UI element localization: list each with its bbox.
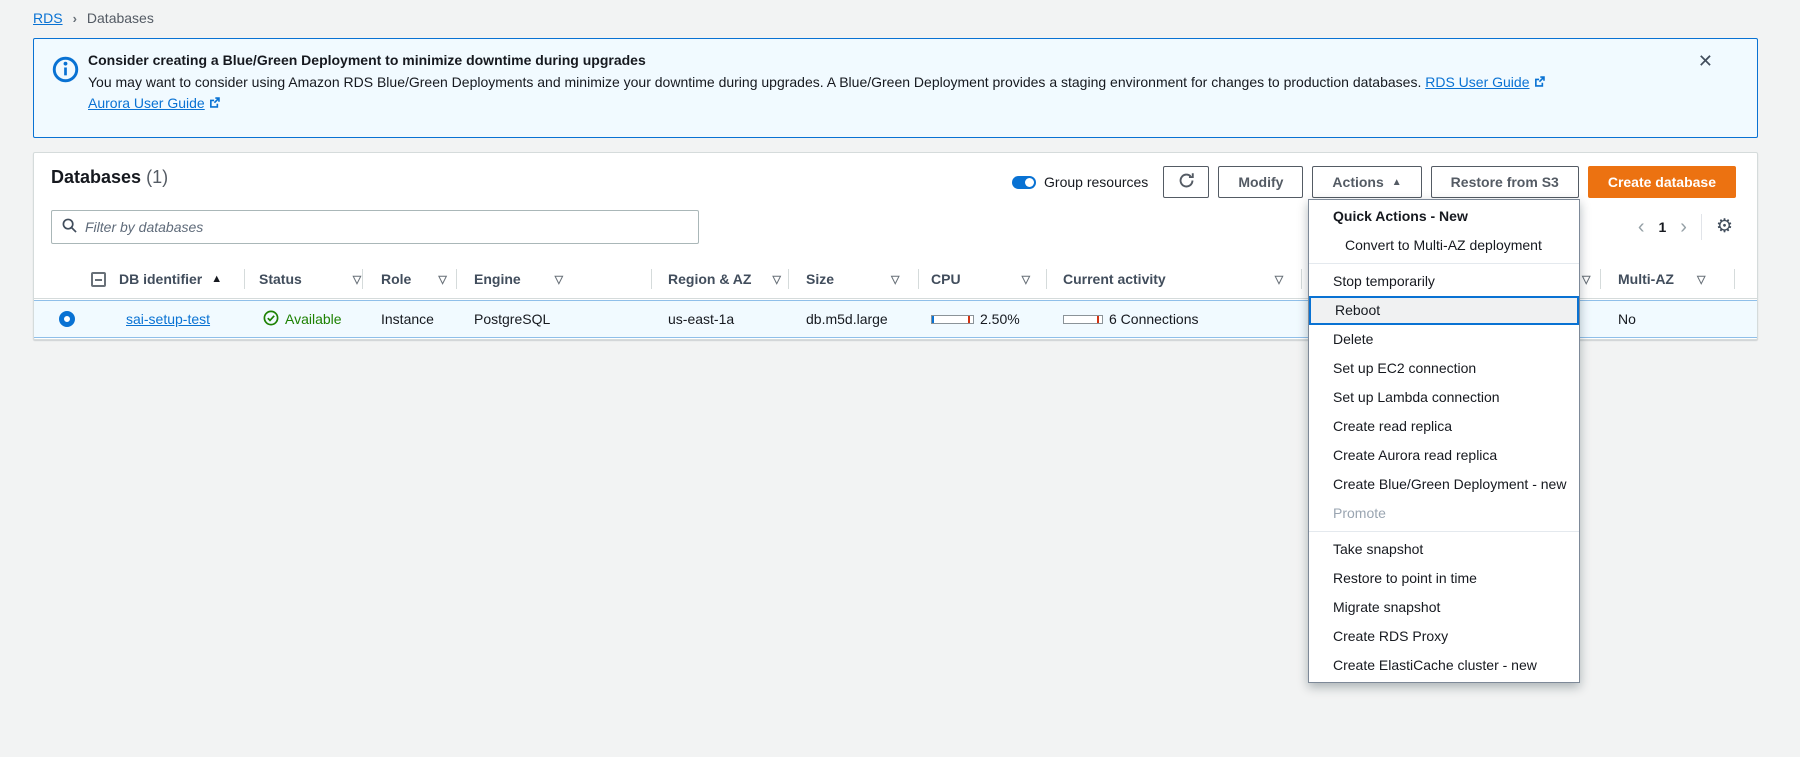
menu-item-migrate-snapshot[interactable]: Migrate snapshot [1309,593,1579,622]
role-cell: Instance [381,301,434,337]
rds-databases-page: RDS › Databases Consider creating a Blue… [0,0,1800,757]
column-header-role[interactable]: Role▽ [381,259,447,299]
sort-ascending-icon: ▲ [211,273,222,285]
filter-databases-input[interactable] [85,219,688,235]
menu-item-quick-actions-new: Quick Actions - New [1309,202,1579,231]
column-header-db-identifier[interactable]: DB identifier▲ [119,259,222,299]
menu-item-convert-to-multi-az-deployment[interactable]: Convert to Multi-AZ deployment [1309,231,1579,260]
menu-item-restore-to-point-in-time[interactable]: Restore to point in time [1309,564,1579,593]
menu-item-take-snapshot[interactable]: Take snapshot [1309,535,1579,564]
previous-page-icon[interactable]: ‹ [1638,213,1645,241]
sort-icon: ▽ [1275,273,1283,286]
modify-button[interactable]: Modify [1218,166,1303,198]
menu-item-promote: Promote [1309,499,1579,528]
sort-icon: ▽ [438,273,446,286]
actions-button-label: Actions [1332,174,1383,190]
actions-menu: Quick Actions - NewConvert to Multi-AZ d… [1308,199,1580,683]
refresh-button[interactable] [1163,166,1209,198]
db-identifier-link[interactable]: sai-setup-test [126,311,210,327]
row-select-radio[interactable] [59,311,75,327]
cpu-value: 2.50% [980,311,1020,327]
menu-item-create-read-replica[interactable]: Create read replica [1309,412,1579,441]
pagination-divider [1701,214,1702,240]
page-title-count: (1) [146,167,168,187]
sort-icon: ▽ [772,273,780,286]
filter-container [51,210,699,244]
menu-divider [1309,531,1579,532]
sort-icon: ▽ [891,273,899,286]
column-header-cpu[interactable]: CPU▽ [931,259,1030,299]
menu-item-set-up-ec2-connection[interactable]: Set up EC2 connection [1309,354,1579,383]
breadcrumb-current: Databases [87,10,154,26]
group-resources-label: Group resources [1044,174,1148,190]
status-available-check-icon [263,310,279,329]
multi-az-cell: No [1618,301,1636,337]
restore-from-s3-button[interactable]: Restore from S3 [1431,166,1579,198]
engine-cell: PostgreSQL [474,301,550,337]
collapse-all-checkbox[interactable] [91,272,106,287]
sort-icon: ▽ [1582,273,1590,286]
table-settings-gear-icon[interactable]: ⚙ [1716,214,1733,240]
current-activity-value: 6 Connections [1109,311,1199,327]
external-link-icon [1533,73,1546,93]
menu-item-create-rds-proxy[interactable]: Create RDS Proxy [1309,622,1579,651]
info-icon [52,56,79,86]
menu-item-create-aurora-read-replica[interactable]: Create Aurora read replica [1309,441,1579,470]
page-title-text: Databases [51,167,141,187]
column-header-status[interactable]: Status▽ [259,259,361,299]
column-header-hidden[interactable]: ▽ [1582,259,1590,299]
banner-title: Consider creating a Blue/Green Deploymen… [88,50,1558,70]
toolbar: Group resources Modify Actions ▲ Restore… [1012,166,1736,198]
external-link-icon [208,94,221,114]
sort-icon: ▽ [555,273,563,286]
menu-item-reboot[interactable]: Reboot [1309,296,1579,325]
column-header-region-az[interactable]: Region & AZ▽ [668,259,781,299]
current-activity-cell: 6 Connections [1063,301,1199,337]
breadcrumb-rds-link[interactable]: RDS [33,10,63,26]
sort-icon: ▽ [353,273,361,286]
column-header-size[interactable]: Size▽ [806,259,899,299]
menu-item-create-blue-green-deployment-new[interactable]: Create Blue/Green Deployment - new [1309,470,1579,499]
cpu-usage-bar [931,315,974,324]
rds-user-guide-link[interactable]: RDS User Guide [1425,74,1545,90]
column-header-current-activity[interactable]: Current activity▽ [1063,259,1283,299]
menu-item-delete[interactable]: Delete [1309,325,1579,354]
status-cell: Available [263,301,342,337]
next-page-icon[interactable]: › [1680,213,1687,241]
column-header-multi-az[interactable]: Multi-AZ▽ [1618,259,1705,299]
breadcrumb: RDS › Databases [33,10,154,26]
group-resources-toggle[interactable]: Group resources [1012,174,1148,190]
caret-up-icon: ▲ [1392,177,1402,188]
size-cell: db.m5d.large [806,301,888,337]
toggle-switch-icon[interactable] [1012,176,1036,189]
pagination: ‹ 1 › ⚙ [1638,213,1733,241]
page-title: Databases (1) [51,167,168,188]
breadcrumb-separator-icon: › [73,11,77,26]
status-text: Available [285,311,342,327]
page-number[interactable]: 1 [1658,219,1666,235]
menu-divider [1309,263,1579,264]
region-az-cell: us-east-1a [668,301,734,337]
sort-icon: ▽ [1022,273,1030,286]
sort-icon: ▽ [1697,273,1705,286]
banner-text: You may want to consider using Amazon RD… [88,72,1558,114]
cpu-cell: 2.50% [931,301,1020,337]
column-header-engine[interactable]: Engine▽ [474,259,563,299]
banner-close-icon[interactable]: ✕ [1698,51,1713,72]
menu-item-set-up-lambda-connection[interactable]: Set up Lambda connection [1309,383,1579,412]
banner-body-text: You may want to consider using Amazon RD… [88,74,1421,90]
create-database-button[interactable]: Create database [1588,166,1736,198]
actions-button[interactable]: Actions ▲ [1312,166,1421,198]
activity-bar [1063,315,1103,324]
search-icon [62,218,77,236]
menu-item-create-elasticache-cluster-new[interactable]: Create ElastiCache cluster - new [1309,651,1579,680]
info-banner: Consider creating a Blue/Green Deploymen… [33,38,1758,138]
aurora-user-guide-link[interactable]: Aurora User Guide [88,95,221,111]
refresh-icon [1178,172,1195,192]
menu-item-stop-temporarily[interactable]: Stop temporarily [1309,267,1579,296]
